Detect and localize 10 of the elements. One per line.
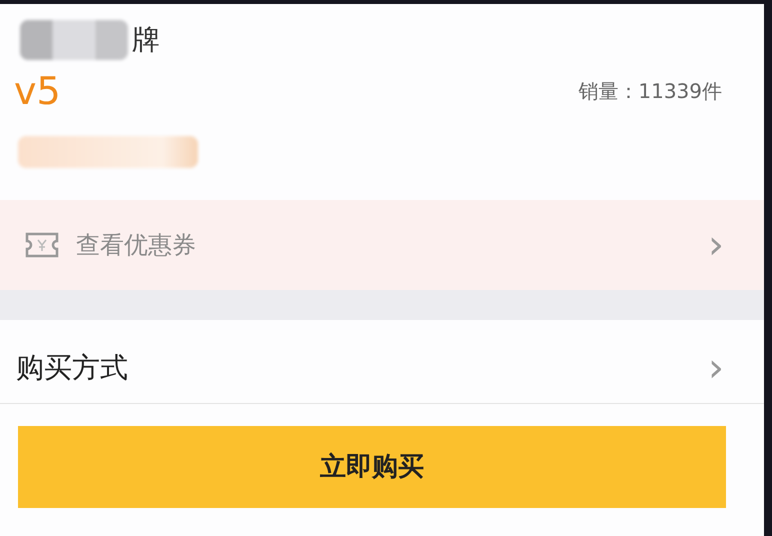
brand-name: 牌	[132, 26, 160, 54]
sales-count: 销量：11339件	[578, 78, 722, 105]
chevron-icon: ›	[704, 348, 728, 388]
purchase-method-row[interactable]: 购买方式 ›	[0, 320, 764, 404]
coupon-label: 查看优惠券	[76, 230, 197, 261]
buy-now-button[interactable]: 立即购买	[18, 426, 726, 508]
coupon-icon	[24, 231, 60, 259]
level-label: v5	[14, 72, 61, 110]
purchase-method-label: 购买方式	[16, 350, 129, 386]
chevron-icon: ›	[704, 225, 728, 265]
